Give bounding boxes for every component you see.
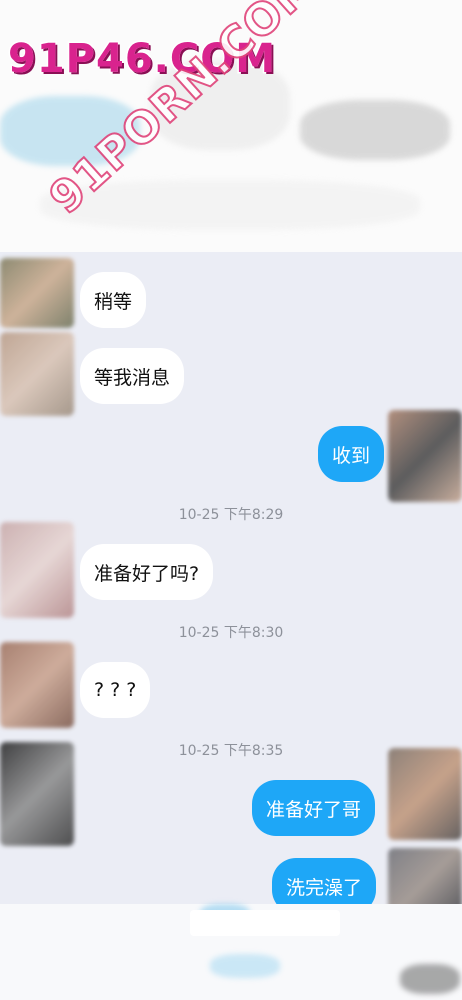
message-text: 稍等 [94, 290, 133, 313]
blur-smudge [300, 100, 450, 160]
message-text: ? ? ? [94, 679, 137, 701]
contact-avatar[interactable] [0, 332, 74, 416]
message-bubble-incoming[interactable]: ? ? ? [80, 662, 151, 718]
message-text: 等我消息 [94, 366, 171, 389]
message-timestamp: 10-25 下午8:35 [178, 743, 284, 759]
blur-smudge [400, 964, 460, 994]
message-bubble-incoming[interactable]: 准备好了吗? [80, 544, 214, 600]
message-text: 收到 [332, 444, 371, 467]
contact-avatar[interactable] [0, 642, 74, 728]
contact-avatar[interactable] [0, 522, 74, 618]
user-avatar[interactable] [388, 748, 462, 840]
message-bubble-incoming[interactable]: 等我消息 [80, 348, 185, 404]
message-bubble-outgoing[interactable]: 准备好了哥 [252, 780, 376, 836]
message-list[interactable]: 稍等 等我消息 收到 10-25 下午8:29 准备好了吗? 10-25 下午8… [0, 252, 462, 904]
message-timestamp: 10-25 下午8:30 [178, 625, 284, 641]
message-text: 准备好了哥 [266, 798, 362, 821]
message-bubble-incoming[interactable]: 稍等 [80, 272, 147, 328]
message-text: 洗完澡了 [286, 876, 363, 899]
message-text: 准备好了吗? [94, 562, 200, 585]
message-bubble-outgoing[interactable]: 洗完澡了 [272, 858, 377, 904]
user-avatar[interactable] [388, 848, 462, 904]
message-input[interactable] [190, 910, 340, 936]
message-bubble-outgoing[interactable]: 收到 [318, 426, 385, 482]
blur-smudge [210, 954, 280, 978]
contact-avatar[interactable] [0, 258, 74, 328]
message-timestamp: 10-25 下午8:29 [178, 507, 284, 523]
chat-screen: 稍等 等我消息 收到 10-25 下午8:29 准备好了吗? 10-25 下午8… [0, 0, 462, 1000]
user-avatar[interactable] [388, 410, 462, 502]
